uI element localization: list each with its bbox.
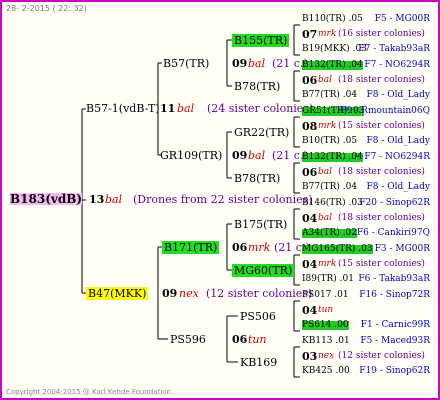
root-note: (Drones from 22 sister colonies): [133, 193, 313, 206]
gen4-code: tun: [318, 305, 334, 315]
gen4-line: F9 - Rmountain06Q: [340, 106, 430, 116]
gen1-upper-code: bal: [177, 102, 195, 115]
gen4-bee: MG165(TR) .03: [302, 244, 373, 254]
gen2-code: bal: [248, 149, 266, 162]
gen2-code: bal: [248, 57, 266, 70]
gen2-code: tun: [248, 333, 267, 346]
gen4-bee: B110(TR) .05: [302, 14, 363, 24]
gen4-bee: B19(MKK) .03: [302, 44, 367, 54]
gen4-bee: PS017 .01: [302, 290, 349, 300]
gen4-code: bal: [318, 167, 333, 177]
gen4-num: 04: [302, 304, 318, 317]
gen4-line: F6 - Takab93aR: [358, 274, 430, 284]
gen1-upper-note: (24 sister colonies): [207, 102, 314, 115]
copyright-footer: Copyright 2004-2015 @ Karl Kehde Foundat…: [6, 388, 174, 396]
gen2-num: 06: [232, 241, 248, 254]
gen4-bee: KB425 .00: [302, 366, 350, 376]
gen4-line: F19 - Sinop62R: [359, 366, 430, 376]
gen4-line: F7 - NO6294R: [364, 60, 430, 70]
gen4-line: F8 - Old_Lady: [366, 90, 430, 100]
gen4-line: F1 - Carnic99R: [360, 320, 430, 330]
pedigree-chart: 28- 2-2015 ( 22: 32) B183(vdB) 13 bal (D…: [0, 0, 440, 400]
gen3-name: PS506: [240, 310, 276, 323]
gen4-bee: B146(TR) .03: [302, 198, 363, 208]
gen2-name: B171(TR): [162, 241, 220, 254]
gen4-bee: A34(TR) .02: [302, 228, 357, 238]
gen4-note: (18 sister colonies): [338, 213, 425, 223]
gen4-bee: B132(TR) .04: [302, 152, 363, 162]
root-num: 13: [89, 193, 105, 206]
gen4-num: 08: [302, 120, 318, 133]
gen4-line: F6 - Cankiri97Q: [356, 228, 430, 238]
gen4-code: mrk: [318, 259, 337, 269]
gen4-code: bal: [318, 75, 333, 85]
root-code: bal: [105, 193, 123, 206]
gen4-num: 07: [302, 28, 318, 41]
gen4-line: F8 - Old_Lady: [366, 136, 430, 146]
gen4-num: 06: [302, 74, 318, 87]
gen4-line: F5 - MG00R: [374, 14, 430, 24]
gen4-line: F5 - Maced93R: [360, 336, 430, 346]
gen4-note: (16 sister colonies): [338, 29, 425, 39]
gen2-name: B57(TR): [163, 57, 210, 70]
gen2-code: mrk: [248, 241, 271, 254]
gen1-lower-code: nex: [179, 287, 199, 300]
gen4-code: nex: [318, 351, 335, 361]
gen4-code: bal: [318, 213, 333, 223]
gen4-line: F7 - Takab93aR: [358, 44, 430, 54]
gen4-line: F3 - MG00R: [374, 244, 430, 254]
gen4-bee: KB113 .01: [302, 336, 350, 346]
gen4-note: (18 sister colonies): [338, 167, 425, 177]
gen4-num: 04: [302, 212, 318, 225]
gen1-lower-name: B47(MKK): [86, 287, 149, 300]
gen1-lower-note: (12 sister colonies): [206, 287, 313, 300]
gen4-bee: B132(TR) .04: [302, 60, 363, 70]
gen4-note: (15 sister colonies): [338, 121, 425, 131]
gen4-bee: PS614 .00: [302, 320, 349, 330]
gen4-bee: B10(TR) .05: [302, 136, 358, 146]
gen1-upper-num: 11: [160, 102, 176, 115]
gen2-num: 09: [232, 149, 248, 162]
gen3-name: KB169: [240, 356, 278, 369]
gen4-line: F16 - Sinop72R: [359, 290, 430, 300]
gen4-num: 03: [302, 350, 318, 363]
gen3-name: B175(TR): [234, 218, 288, 231]
gen4-line: F20 - Sinop62R: [359, 198, 430, 208]
gen2-name: GR109(TR): [160, 149, 223, 162]
gen4-num: 04: [302, 258, 318, 271]
gen4-bee: B77(TR) .04: [302, 182, 358, 192]
gen4-note: (12 sister colonies): [338, 351, 425, 361]
gen3-name: MG60(TR): [232, 264, 295, 277]
gen2-name: PS596: [170, 333, 206, 346]
gen3-name: B78(TR): [234, 172, 281, 185]
gen3-name: B155(TR): [232, 34, 290, 47]
root-name: B183(vdB): [10, 192, 83, 206]
gen4-line: F7 - NO6294R: [364, 152, 430, 162]
gen3-name: GR22(TR): [234, 126, 290, 139]
gen1-upper-name: B57-1(vdB-T): [86, 102, 160, 115]
gen2-num: 09: [232, 57, 248, 70]
gen4-code: mrk: [318, 121, 337, 131]
gen1-lower-num: 09: [162, 287, 178, 300]
gen4-note: (15 sister colonies): [338, 259, 425, 269]
gen4-bee: B77(TR) .04: [302, 90, 358, 100]
gen4-line: F8 - Old_Lady: [366, 182, 430, 192]
gen4-note: (18 sister colonies): [338, 75, 425, 85]
gen4-num: 06: [302, 166, 318, 179]
gen3-name: B78(TR): [234, 80, 281, 93]
gen4-code: mrk: [318, 29, 337, 39]
gen2-num: 06: [232, 333, 248, 346]
date-header: 28- 2-2015 ( 22: 32): [6, 4, 87, 13]
gen4-bee: I89(TR) .01: [302, 274, 354, 284]
